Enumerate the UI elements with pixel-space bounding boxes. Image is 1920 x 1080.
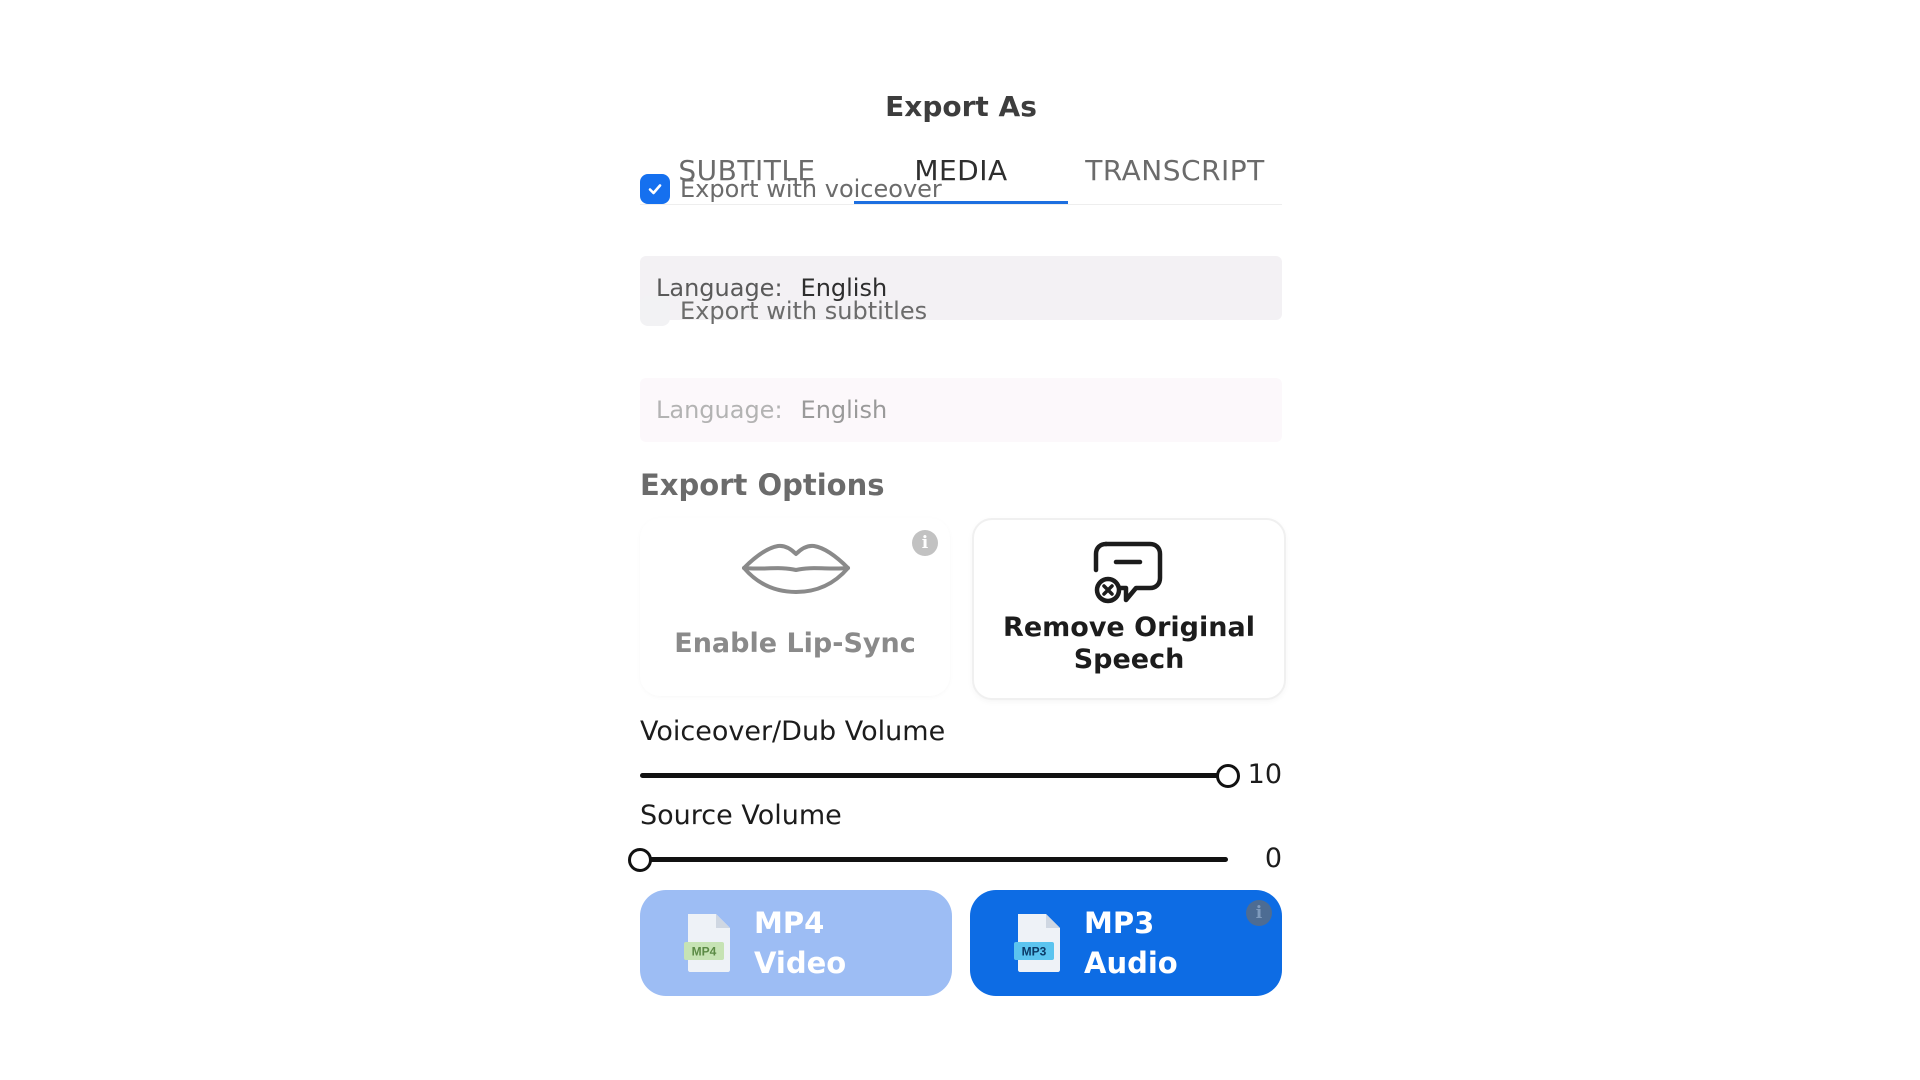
remove-original-speech-label: Remove Original Speech [1003, 612, 1255, 675]
voiceover-checkbox-row[interactable]: Export with voiceover [640, 174, 942, 204]
mp4-type-label: Video [754, 946, 847, 980]
subtitles-language-select[interactable]: Language: English [640, 378, 1282, 442]
mp3-file-icon: MP3 [1014, 912, 1064, 974]
source-volume-thumb[interactable] [628, 848, 652, 872]
mp4-video-button[interactable]: MP4 MP4 Video [640, 890, 952, 996]
lip-sync-info-icon[interactable]: i [912, 530, 938, 556]
voiceover-volume-label: Voiceover/Dub Volume [640, 716, 946, 747]
source-volume-track[interactable] [640, 857, 1228, 862]
mp3-info-icon[interactable]: i [1246, 900, 1272, 926]
subtitles-checkbox-label: Export with subtitles [680, 297, 928, 325]
lips-icon [742, 543, 850, 594]
checkmark-icon [648, 184, 662, 195]
speech-bubble-remove-icon [1093, 541, 1163, 604]
mp4-file-icon: MP4 [684, 912, 734, 974]
mp4-format-label: MP4 [754, 906, 825, 940]
mp3-badge-text: MP3 [1022, 945, 1047, 959]
voiceover-volume-thumb[interactable] [1216, 764, 1240, 788]
enable-lip-sync-label: Enable Lip-Sync [674, 628, 916, 659]
source-volume-slider[interactable] [628, 844, 1228, 874]
source-volume-label: Source Volume [640, 800, 842, 831]
export-panel: Export As SUBTITLE MEDIA TRANSCRIPT Expo… [628, 90, 1286, 1010]
voiceover-checkbox[interactable] [640, 174, 670, 204]
voiceover-checkbox-label: Export with voiceover [680, 175, 942, 203]
mp4-button-text: MP4 Video [754, 903, 846, 983]
mp3-audio-button[interactable]: MP3 MP3 Audio i [970, 890, 1282, 996]
voiceover-volume-value: 10 [1247, 759, 1282, 790]
remove-original-speech-option[interactable]: Remove Original Speech [972, 518, 1286, 700]
mp3-type-label: Audio [1084, 946, 1178, 980]
voiceover-volume-track[interactable] [640, 773, 1228, 778]
subtitles-language-label: Language: [656, 396, 783, 424]
subtitles-checkbox[interactable] [640, 296, 670, 326]
export-options-title: Export Options [640, 468, 885, 502]
mp3-format-label: MP3 [1084, 906, 1155, 940]
tab-transcript[interactable]: TRANSCRIPT [1068, 142, 1282, 204]
subtitles-language-value: English [800, 396, 888, 424]
panel-title: Export As [885, 90, 1037, 123]
voiceover-volume-slider[interactable] [640, 760, 1240, 790]
subtitles-checkbox-row[interactable]: Export with subtitles [640, 296, 927, 326]
source-volume-value: 0 [1264, 843, 1282, 874]
enable-lip-sync-option[interactable]: i Enable Lip-Sync [640, 518, 950, 696]
mp4-badge-text: MP4 [692, 945, 717, 959]
mp3-button-text: MP3 Audio [1084, 903, 1178, 983]
